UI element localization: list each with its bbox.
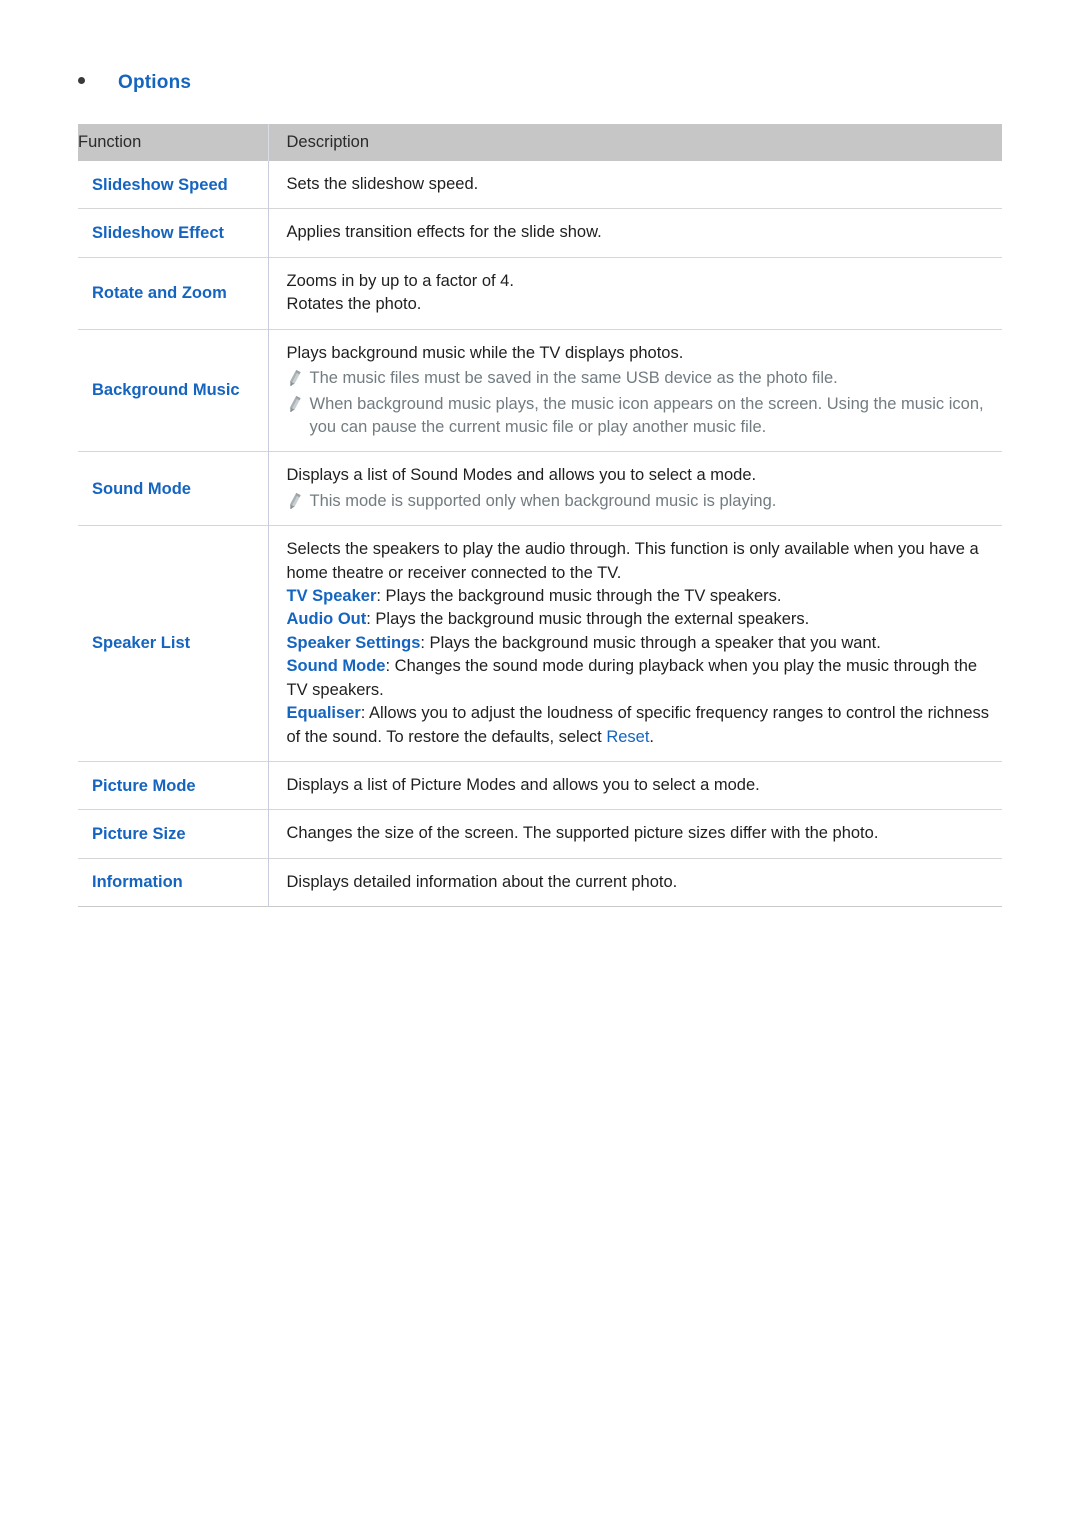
sub-option-text: : Plays the background music through the… <box>366 610 810 629</box>
description-cell: Sets the slideshow speed. <box>267 161 1002 209</box>
sub-option-label[interactable]: TV Speaker <box>287 587 377 605</box>
note-line: This mode is supported only when backgro… <box>287 490 991 513</box>
table-row: Slideshow Effect Applies transition effec… <box>78 208 1002 258</box>
note-line: The music files must be saved in the sam… <box>287 367 991 390</box>
function-label[interactable]: Picture Mode <box>78 762 268 810</box>
bullet-dot-icon <box>78 77 85 84</box>
reset-link[interactable]: Reset <box>606 728 649 746</box>
page-title: Options <box>118 72 192 93</box>
description-line: Displays a list of Picture Modes and all… <box>286 776 760 795</box>
description-line: Applies transition effects for the slide… <box>286 223 602 242</box>
function-label[interactable]: Speaker List <box>78 526 268 762</box>
section-heading: Options <box>78 72 191 94</box>
table-body: Slideshow Speed Sets the slideshow speed.… <box>78 161 1002 907</box>
pencil-icon <box>287 492 302 511</box>
table-header-row: Function Description <box>78 124 1002 161</box>
table-row: Slideshow Speed Sets the slideshow speed. <box>78 161 1002 209</box>
function-label[interactable]: Slideshow Speed <box>78 161 268 209</box>
table-row: Picture Size Changes the size of the scre… <box>78 809 1002 859</box>
sub-option-label[interactable]: Sound Mode <box>287 657 386 675</box>
sub-option-label[interactable]: Speaker Settings <box>287 634 421 652</box>
description-line: Plays background music while the TV disp… <box>286 343 684 362</box>
sub-option-label[interactable]: Audio Out <box>287 610 367 628</box>
document-page: Options Function Description Slideshow S… <box>0 0 1080 1527</box>
description-line: Sound Mode: Changes the sound mode durin… <box>287 655 991 702</box>
description-cell: Displays detailed information about the … <box>267 858 1002 907</box>
description-line: Zooms in by up to a factor of 4. <box>286 271 514 290</box>
function-label[interactable]: Background Music <box>78 329 268 452</box>
description-cell: Selects the speakers to play the audio t… <box>267 525 1002 762</box>
description-line: Selects the speakers to play the audio t… <box>286 540 979 582</box>
description-cell: Applies transition effects for the slide… <box>267 208 1002 258</box>
description-line: Sets the slideshow speed. <box>286 175 479 193</box>
note-line: When background music plays, the music i… <box>287 393 991 440</box>
function-label[interactable]: Picture Size <box>78 810 268 858</box>
column-header-description: Description <box>267 124 1002 161</box>
function-label[interactable]: Slideshow Effect <box>78 209 268 257</box>
sub-option-text: : Changes the sound mode during playback… <box>286 657 978 699</box>
column-header-function: Function <box>78 133 142 151</box>
function-label[interactable]: Rotate and Zoom <box>78 257 268 329</box>
function-label[interactable]: Sound Mode <box>78 452 268 526</box>
description-cell: Zooms in by up to a factor of 4. Rotates … <box>267 257 1002 330</box>
table-row: Background Music Plays background music w… <box>78 329 1002 452</box>
table-header: Function Description <box>78 124 1002 161</box>
function-label[interactable]: Information <box>78 858 268 906</box>
description-line: Displays a list of Sound Modes and allow… <box>286 466 757 485</box>
sub-option-text: : Plays the background music through the… <box>376 587 782 606</box>
description-line: Rotates the photo. <box>286 295 422 314</box>
description-cell: Displays a list of Sound Modes and allow… <box>267 451 1002 526</box>
table-row: Sound Mode Displays a list of Sound Modes… <box>78 451 1002 526</box>
description-line: Displays detailed information about the … <box>286 872 678 891</box>
note-text: The music files must be saved in the sam… <box>309 369 838 388</box>
description-line: TV Speaker: Plays the background music t… <box>287 585 991 608</box>
table-row: Rotate and Zoom Zooms in by up to a facto… <box>78 257 1002 330</box>
description-cell: Changes the size of the screen. The supp… <box>267 809 1002 859</box>
pencil-icon <box>287 395 302 414</box>
description-line: Changes the size of the screen. The supp… <box>286 824 879 843</box>
description-cell: Displays a list of Picture Modes and all… <box>267 761 1002 810</box>
sub-option-text: : Plays the background music through a s… <box>420 633 881 652</box>
pencil-icon <box>287 369 302 388</box>
sub-option-label[interactable]: Equaliser <box>287 704 361 722</box>
options-table: Function Description Slideshow Speed Sets… <box>78 124 1002 908</box>
note-text: This mode is supported only when backgro… <box>309 491 777 510</box>
sentence-terminator: . <box>649 727 655 746</box>
description-cell: Plays background music while the TV disp… <box>267 329 1002 452</box>
description-line: Speaker Settings: Plays the background m… <box>287 632 991 655</box>
description-line: Audio Out: Plays the background music th… <box>287 608 991 631</box>
table-row: Information Displays detailed information… <box>78 858 1002 907</box>
description-line: Equaliser: Allows you to adjust the loud… <box>287 702 991 749</box>
note-text: When background music plays, the music i… <box>309 394 984 436</box>
table-row: Picture Mode Displays a list of Picture M… <box>78 761 1002 810</box>
table-row: Speaker List Selects the speakers to play… <box>78 525 1002 762</box>
